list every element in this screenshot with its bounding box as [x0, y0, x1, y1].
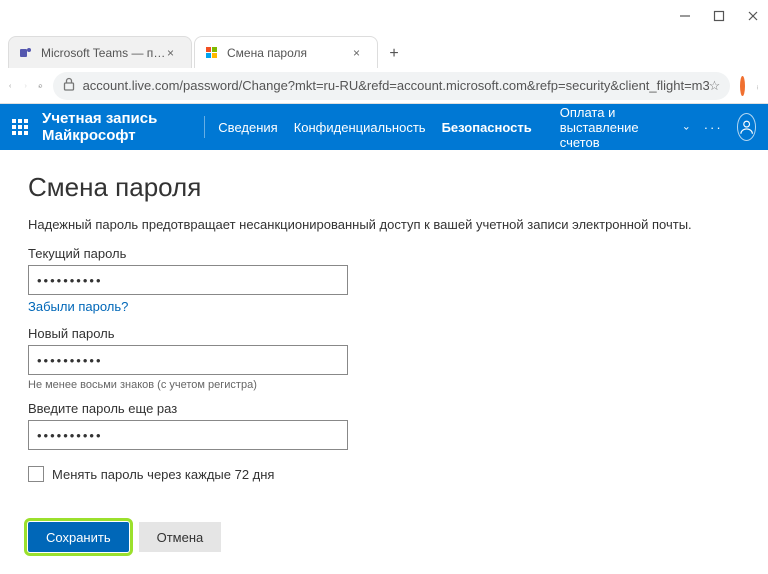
browser-menu-icon[interactable]: [755, 77, 760, 95]
checkbox-label: Менять пароль через каждые 72 дня: [52, 467, 274, 482]
app-launcher-icon[interactable]: [12, 119, 28, 135]
lock-icon: [63, 77, 75, 94]
minimize-icon[interactable]: [678, 9, 692, 23]
password-hint: Не менее восьми знаков (с учетом регистр…: [28, 379, 740, 391]
forgot-password-link[interactable]: Забыли пароль?: [28, 299, 128, 314]
current-password-input[interactable]: ••••••••••: [28, 265, 348, 295]
window-titlebar: [0, 0, 768, 32]
close-icon[interactable]: [746, 9, 760, 23]
page-description: Надежный пароль предотвращает несанкцион…: [28, 217, 740, 232]
new-password-label: Новый пароль: [28, 326, 740, 341]
avatar[interactable]: [737, 113, 756, 141]
more-icon[interactable]: ···: [704, 120, 723, 135]
nav-privacy[interactable]: Конфиденциальность: [294, 120, 426, 135]
page-title: Смена пароля: [28, 172, 740, 203]
tab-strip: Microsoft Teams — программа д × Смена па…: [0, 32, 768, 68]
chevron-down-icon: [683, 120, 690, 135]
tab-title: Microsoft Teams — программа д: [41, 46, 167, 60]
current-password-label: Текущий пароль: [28, 246, 740, 261]
address-bar: account.live.com/password/Change?mkt=ru-…: [0, 68, 768, 104]
cancel-button[interactable]: Отмена: [139, 522, 222, 552]
tab-title: Смена пароля: [227, 46, 353, 60]
action-buttons: Сохранить Отмена: [28, 522, 740, 552]
nav-billing[interactable]: Оплата и выставление счетов: [560, 105, 690, 150]
ms-header: Учетная запись Майкрософт Сведения Конфи…: [0, 104, 768, 150]
url-text: account.live.com/password/Change?mkt=ru-…: [83, 78, 709, 93]
page-content: Смена пароля Надежный пароль предотвраща…: [0, 150, 768, 574]
new-password-input[interactable]: ••••••••••: [28, 345, 348, 375]
nav-security[interactable]: Безопасность: [442, 120, 532, 135]
rotate-password-checkbox-row[interactable]: Менять пароль через каждые 72 дня: [28, 466, 740, 482]
checkbox-icon[interactable]: [28, 466, 44, 482]
forward-button[interactable]: [23, 76, 28, 96]
nav-billing-label: Оплата и выставление счетов: [560, 105, 679, 150]
header-nav: Сведения Конфиденциальность Безопасность: [218, 120, 531, 135]
tab-teams[interactable]: Microsoft Teams — программа д ×: [8, 36, 192, 68]
teams-icon: [19, 46, 33, 60]
omnibox[interactable]: account.live.com/password/Change?mkt=ru-…: [53, 72, 731, 100]
separator: [204, 116, 205, 138]
reload-button[interactable]: [38, 76, 43, 96]
confirm-password-input[interactable]: ••••••••••: [28, 420, 348, 450]
brand-title[interactable]: Учетная запись Майкрософт: [42, 110, 184, 144]
save-button[interactable]: Сохранить: [28, 522, 129, 552]
back-button[interactable]: [8, 76, 13, 96]
extension-icon[interactable]: [740, 76, 745, 96]
bookmark-icon[interactable]: ☆: [709, 78, 721, 94]
microsoft-icon: [205, 46, 219, 60]
tab-password-change[interactable]: Смена пароля ×: [194, 36, 378, 68]
new-tab-button[interactable]: +: [380, 40, 408, 68]
tab-close-icon[interactable]: ×: [353, 46, 367, 60]
tab-close-icon[interactable]: ×: [167, 46, 181, 60]
maximize-icon[interactable]: [712, 9, 726, 23]
confirm-password-label: Введите пароль еще раз: [28, 401, 740, 416]
nav-info[interactable]: Сведения: [218, 120, 277, 135]
